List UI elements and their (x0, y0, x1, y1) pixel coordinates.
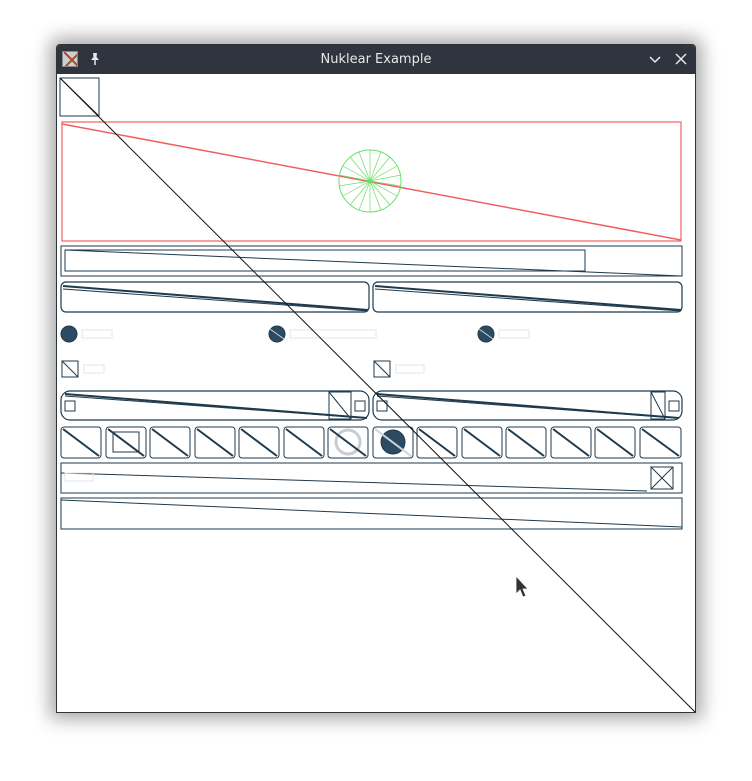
nuklear-app-icon (62, 51, 78, 67)
combo-left[interactable] (60, 390, 370, 421)
canvas-drawing (59, 77, 695, 712)
icon-button-10 (461, 426, 503, 459)
title-bar[interactable]: Nuklear Example (57, 45, 695, 74)
progress-bar[interactable] (60, 245, 683, 277)
button-left[interactable] (60, 281, 370, 313)
icon-button-2 (105, 426, 147, 459)
diagonal-line (59, 77, 695, 712)
icon-button-1 (60, 426, 102, 459)
edit-field[interactable] (60, 462, 683, 494)
icon-button-13 (594, 426, 636, 459)
checkbox-2[interactable] (373, 360, 425, 378)
combo-right[interactable] (372, 390, 683, 421)
icon-button-12 (550, 426, 592, 459)
checkbox-1[interactable] (61, 360, 105, 378)
icon-button-8 (372, 426, 414, 459)
close-icon[interactable] (673, 51, 689, 67)
radio-3[interactable] (477, 325, 530, 343)
app-window: Nuklear Example (56, 44, 696, 713)
radio-1[interactable] (60, 325, 113, 343)
icon-button-7 (327, 426, 369, 459)
icon-button-11 (505, 426, 547, 459)
chart-area (61, 121, 682, 242)
icon-button-4 (194, 426, 236, 459)
text-area[interactable] (60, 497, 683, 530)
pin-icon[interactable] (87, 51, 103, 67)
button-right[interactable] (372, 281, 683, 313)
icon-button-3 (149, 426, 191, 459)
circle-fan-icon (338, 149, 402, 213)
icon-button-9 (416, 426, 458, 459)
icon-button-6 (283, 426, 325, 459)
window-title: Nuklear Example (320, 52, 432, 67)
icon-button-5 (238, 426, 280, 459)
chevron-down-icon[interactable] (647, 51, 663, 67)
icon-button-row[interactable] (60, 426, 682, 459)
mouse-cursor-icon (515, 574, 529, 598)
nuklear-canvas[interactable] (57, 74, 695, 712)
icon-button-14 (639, 426, 682, 459)
